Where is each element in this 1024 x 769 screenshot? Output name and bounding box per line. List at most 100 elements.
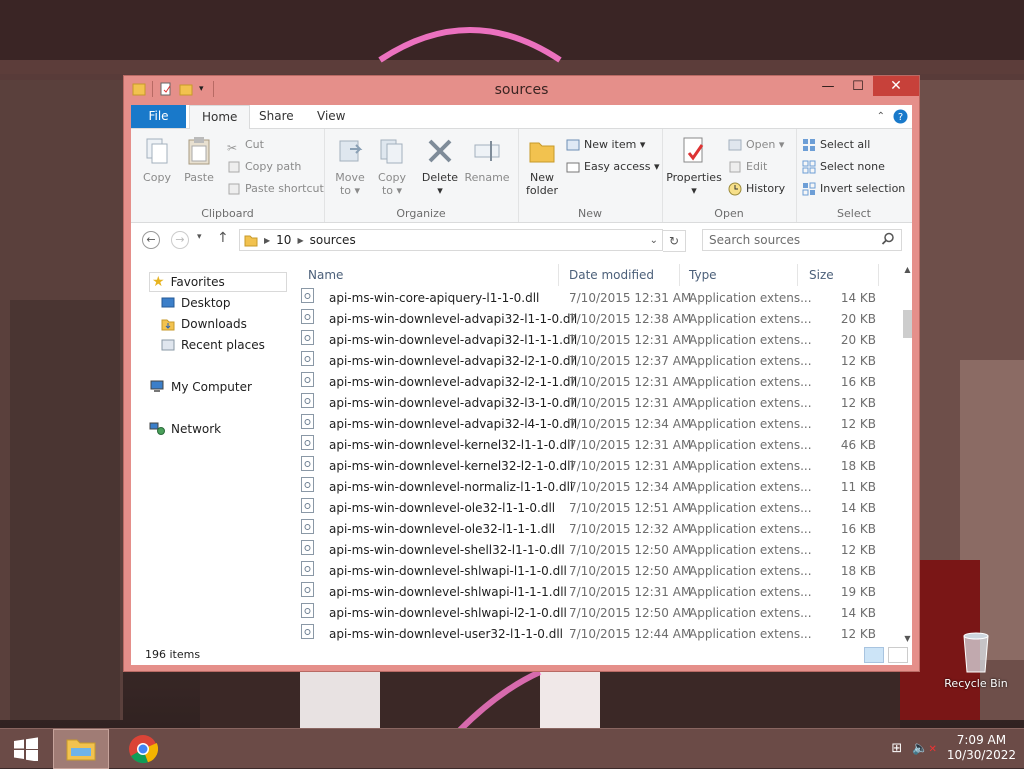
large-icons-view-icon[interactable] bbox=[888, 647, 908, 663]
table-row[interactable]: api-ms-win-downlevel-advapi32-l3-1-0.dll… bbox=[301, 393, 891, 414]
breadcrumb-segment[interactable]: sources bbox=[310, 233, 356, 247]
invert-selection-button[interactable]: Invert selection bbox=[802, 179, 905, 199]
copy-to-button[interactable]: Copy to ▾ bbox=[372, 135, 412, 197]
breadcrumb-separator-icon: ▶ bbox=[264, 235, 271, 245]
recycle-bin-icon bbox=[963, 632, 989, 673]
scroll-up-icon[interactable]: ▲ bbox=[903, 265, 912, 274]
windows-logo-icon bbox=[14, 737, 38, 761]
search-input[interactable]: Search sources bbox=[702, 229, 902, 251]
new-folder-icon bbox=[529, 142, 555, 163]
scrollbar-thumb[interactable] bbox=[903, 310, 912, 338]
table-row[interactable]: api-ms-win-downlevel-shlwapi-l2-1-0.dll 7… bbox=[301, 603, 891, 624]
file-date: 7/10/2015 12:50 AM bbox=[569, 564, 692, 578]
file-size: 46 KB bbox=[840, 438, 876, 452]
table-row[interactable]: api-ms-win-downlevel-advapi32-l2-1-1.dll… bbox=[301, 372, 891, 393]
paste-button[interactable]: Paste bbox=[181, 135, 217, 184]
paste-shortcut-button[interactable]: Paste shortcut bbox=[227, 179, 324, 199]
search-icon[interactable] bbox=[881, 232, 895, 246]
ribbon-tabs: File Home Share View ⌃ ? bbox=[131, 105, 912, 129]
table-row[interactable]: api-ms-win-downlevel-advapi32-l1-1-0.dll… bbox=[301, 309, 891, 330]
clock[interactable]: 7:09 AM 10/30/2022 bbox=[947, 733, 1016, 763]
network-status-icon[interactable]: ⊞ bbox=[891, 741, 902, 756]
table-row[interactable]: api-ms-win-downlevel-advapi32-l2-1-0.dll… bbox=[301, 351, 891, 372]
close-button[interactable]: ✕ bbox=[873, 76, 919, 96]
move-to-button[interactable]: Move to ▾ bbox=[330, 135, 370, 197]
table-row[interactable]: api-ms-win-core-apiquery-l1-1-0.dll 7/10/… bbox=[301, 288, 891, 309]
delete-button[interactable]: Delete ▾ bbox=[418, 135, 462, 197]
taskbar-chrome[interactable] bbox=[120, 729, 166, 769]
organize-group-label: Organize bbox=[396, 207, 446, 220]
open-button[interactable]: Open ▾ bbox=[728, 135, 784, 155]
address-dropdown-icon[interactable]: ⌄ bbox=[650, 235, 658, 246]
tab-share[interactable]: Share bbox=[247, 105, 306, 128]
table-row[interactable]: api-ms-win-downlevel-shlwapi-l1-1-0.dll 7… bbox=[301, 561, 891, 582]
minimize-button[interactable]: — bbox=[813, 76, 843, 96]
copy-path-button[interactable]: Copy path bbox=[227, 157, 301, 177]
tab-file[interactable]: File bbox=[131, 105, 186, 128]
file-name: api-ms-win-downlevel-user32-l1-1-0.dll bbox=[329, 627, 564, 641]
nav-item-network[interactable]: Network bbox=[149, 419, 221, 439]
table-row[interactable]: api-ms-win-downlevel-ole32-l1-1-1.dll 7/1… bbox=[301, 519, 891, 540]
start-button[interactable] bbox=[6, 729, 46, 769]
new-item-button[interactable]: New item ▾ bbox=[566, 135, 645, 155]
tab-view[interactable]: View bbox=[305, 105, 357, 128]
properties-button[interactable]: Properties ▾ bbox=[666, 135, 722, 197]
table-row[interactable]: api-ms-win-downlevel-shell32-l1-1-0.dll 7… bbox=[301, 540, 891, 561]
table-row[interactable]: api-ms-win-downlevel-advapi32-l1-1-1.dll… bbox=[301, 330, 891, 351]
volume-muted-icon[interactable]: 🔈✕ bbox=[912, 741, 937, 756]
nav-item-recent-places[interactable]: Recent places bbox=[161, 335, 265, 355]
column-header-name[interactable]: Name bbox=[301, 264, 559, 286]
nav-item-favorites[interactable]: ★ Favorites bbox=[149, 272, 287, 292]
history-button[interactable]: History bbox=[728, 179, 785, 199]
nav-item-my-computer[interactable]: My Computer bbox=[149, 377, 252, 397]
recycle-bin[interactable]: Recycle Bin bbox=[941, 630, 1011, 690]
forward-button[interactable]: → bbox=[171, 231, 189, 249]
address-bar[interactable]: ▶ 10 ▶ sources ⌄ ↻ bbox=[239, 229, 686, 252]
table-row[interactable]: api-ms-win-downlevel-user32-l1-1-0.dll 7/… bbox=[301, 624, 891, 643]
column-header-type[interactable]: Type bbox=[682, 264, 798, 286]
refresh-button[interactable]: ↻ bbox=[663, 230, 686, 252]
table-row[interactable]: api-ms-win-downlevel-normaliz-l1-1-0.dll… bbox=[301, 477, 891, 498]
vertical-scrollbar[interactable]: ▲ ▼ bbox=[903, 265, 912, 643]
maximize-button[interactable]: ☐ bbox=[843, 76, 873, 96]
invert-selection-label: Invert selection bbox=[820, 182, 906, 195]
new-folder-button[interactable]: New folder bbox=[522, 135, 562, 197]
details-view-icon[interactable] bbox=[864, 647, 884, 663]
easy-access-button[interactable]: Easy access ▾ bbox=[566, 157, 660, 177]
select-all-button[interactable]: Select all bbox=[802, 135, 870, 155]
back-button[interactable]: ← bbox=[142, 231, 160, 249]
file-type: Application extens... bbox=[689, 417, 812, 431]
table-row[interactable]: api-ms-win-downlevel-advapi32-l4-1-0.dll… bbox=[301, 414, 891, 435]
select-group-label: Select bbox=[837, 207, 871, 220]
nav-item-desktop[interactable]: Desktop bbox=[161, 293, 231, 313]
recent-locations-chevron-icon[interactable]: ▾ bbox=[197, 232, 202, 242]
rename-button[interactable]: Rename bbox=[464, 135, 510, 184]
edit-button[interactable]: Edit bbox=[728, 157, 767, 177]
file-name: api-ms-win-downlevel-ole32-l1-1-0.dll bbox=[329, 501, 556, 515]
title-bar[interactable]: ▾ sources — ☐ ✕ bbox=[124, 76, 919, 104]
select-none-button[interactable]: Select none bbox=[802, 157, 885, 177]
up-arrow-icon[interactable]: ↑ bbox=[217, 230, 229, 246]
dll-file-icon bbox=[301, 372, 314, 387]
copy-to-label: Copy to ▾ bbox=[378, 171, 406, 197]
downloads-icon bbox=[161, 319, 175, 331]
help-icon[interactable]: ? bbox=[893, 109, 908, 124]
taskbar-file-explorer[interactable] bbox=[53, 729, 109, 769]
table-row[interactable]: api-ms-win-downlevel-kernel32-l1-1-0.dll… bbox=[301, 435, 891, 456]
file-date: 7/10/2015 12:31 AM bbox=[569, 396, 692, 410]
cut-button[interactable]: ✂ Cut bbox=[227, 135, 264, 155]
table-row[interactable]: api-ms-win-downlevel-ole32-l1-1-0.dll 7/1… bbox=[301, 498, 891, 519]
file-date: 7/10/2015 12:31 AM bbox=[569, 438, 692, 452]
column-header-date[interactable]: Date modified bbox=[562, 264, 680, 286]
dll-file-icon bbox=[301, 309, 314, 324]
nav-item-label: My Computer bbox=[171, 380, 252, 394]
table-row[interactable]: api-ms-win-downlevel-kernel32-l2-1-0.dll… bbox=[301, 456, 891, 477]
breadcrumb-segment[interactable]: 10 bbox=[276, 233, 291, 247]
table-row[interactable]: api-ms-win-downlevel-shlwapi-l1-1-1.dll 7… bbox=[301, 582, 891, 603]
column-header-size[interactable]: Size bbox=[802, 264, 879, 286]
tab-home[interactable]: Home bbox=[189, 105, 251, 129]
nav-item-downloads[interactable]: Downloads bbox=[161, 314, 247, 334]
scroll-down-icon[interactable]: ▼ bbox=[903, 634, 912, 643]
copy-button[interactable]: Copy bbox=[139, 135, 175, 184]
chevron-up-icon[interactable]: ⌃ bbox=[877, 111, 885, 122]
